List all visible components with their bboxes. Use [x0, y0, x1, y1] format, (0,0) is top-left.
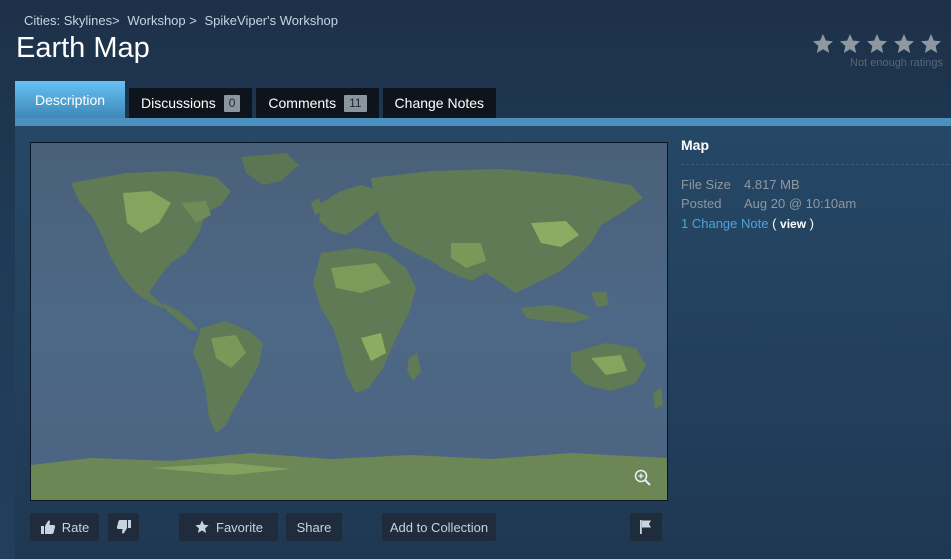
file-size-label: File Size: [681, 177, 731, 192]
comments-count-badge: 11: [344, 94, 367, 112]
breadcrumb-game[interactable]: Cities: Skylines: [24, 13, 112, 28]
share-label: Share: [296, 519, 332, 535]
star-icon: [194, 519, 210, 535]
tab-change-notes[interactable]: Change Notes: [382, 88, 497, 118]
add-to-collection-label: Add to Collection: [389, 519, 489, 535]
rating-widget: Not enough ratings: [811, 32, 943, 69]
world-map-image: [31, 143, 667, 500]
share-button[interactable]: Share: [286, 513, 342, 541]
breadcrumb-author-workshop[interactable]: SpikeViper's Workshop: [205, 13, 339, 28]
rating-text: Not enough ratings: [850, 57, 943, 69]
discussions-count-badge: 0: [223, 94, 241, 112]
posted-row: Posted Aug 20 @ 10:10am: [681, 194, 949, 213]
rating-star-icon: [865, 32, 889, 56]
rating-star-icon: [811, 32, 835, 56]
add-to-collection-button[interactable]: Add to Collection: [382, 513, 496, 541]
tab-bar: Description Discussions 0 Comments 11 Ch…: [15, 81, 497, 118]
rating-stars: [811, 32, 943, 56]
breadcrumb: Cities: Skylines> Workshop > SpikeViper'…: [24, 13, 338, 28]
rating-star-icon: [838, 32, 862, 56]
favorite-button[interactable]: Favorite: [179, 513, 278, 541]
breadcrumb-workshop[interactable]: Workshop: [127, 13, 185, 28]
view-change-notes-link[interactable]: view: [780, 217, 806, 231]
posted-value: Aug 20 @ 10:10am: [744, 196, 857, 211]
report-button[interactable]: [630, 513, 662, 541]
posted-label: Posted: [681, 196, 722, 211]
change-note-row: 1 Change Note ( view ): [681, 214, 949, 234]
view-open-paren: (: [772, 216, 781, 231]
flag-icon: [639, 519, 653, 535]
thumbs-down-icon: [116, 519, 132, 535]
view-close-paren: ): [806, 216, 814, 231]
item-tag[interactable]: Map: [681, 137, 949, 165]
tab-label: Discussions: [141, 95, 216, 111]
item-details: Map File Size 4.817 MB Posted Aug 20 @ 1…: [681, 137, 949, 234]
rating-star-icon: [919, 32, 943, 56]
tab-bar-underline: [15, 118, 951, 126]
tab-label: Comments: [268, 95, 337, 111]
rate-down-button[interactable]: [108, 513, 139, 541]
tab-description[interactable]: Description: [15, 81, 125, 118]
file-size-row: File Size 4.817 MB: [681, 175, 949, 194]
tab-discussions[interactable]: Discussions 0: [129, 88, 253, 118]
page-title: Earth Map: [16, 32, 150, 64]
breadcrumb-separator: >: [189, 13, 197, 28]
tab-label: Description: [34, 92, 106, 108]
tab-comments[interactable]: Comments 11: [256, 88, 379, 118]
tab-label: Change Notes: [394, 95, 485, 111]
zoom-in-icon[interactable]: [633, 468, 653, 488]
rating-star-icon: [892, 32, 916, 56]
change-note-link[interactable]: 1 Change Note: [681, 216, 768, 231]
preview-image[interactable]: [30, 142, 668, 501]
rate-label: Rate: [61, 519, 90, 535]
thumbs-up-icon: [40, 519, 56, 535]
file-size-value: 4.817 MB: [744, 177, 800, 192]
workshop-page: Cities: Skylines> Workshop > SpikeViper'…: [0, 0, 951, 559]
rate-up-button[interactable]: Rate: [30, 513, 99, 541]
breadcrumb-separator: >: [112, 13, 120, 28]
favorite-label: Favorite: [216, 519, 263, 535]
